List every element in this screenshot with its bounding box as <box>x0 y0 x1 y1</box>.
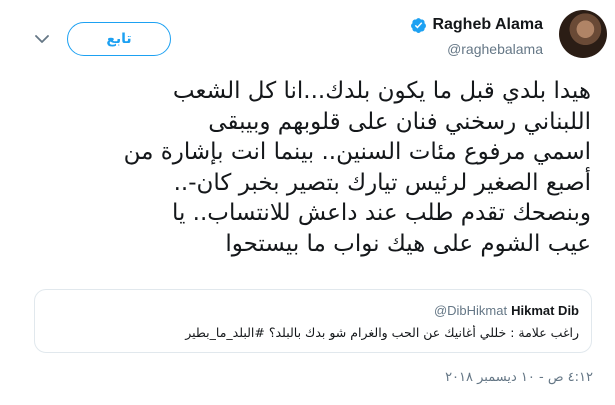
quoted-author-handle: @DibHikmat <box>433 303 508 318</box>
chevron-down-icon[interactable] <box>33 30 51 48</box>
quoted-tweet-text: راغب علامة : خللي أغانيك عن الحب والغرام… <box>185 325 579 340</box>
quoted-author: Hikmat Dib @DibHikmat <box>434 303 579 318</box>
verified-badge-icon <box>410 17 427 34</box>
tweet-text: هيدا بلدي قبل ما يكون بلدك...انا كل الشع… <box>123 78 591 257</box>
display-name[interactable]: Ragheb Alama <box>432 16 543 34</box>
author-handle[interactable]: @raghebalama <box>447 41 543 57</box>
quoted-tweet[interactable]: Hikmat Dib @DibHikmat راغب علامة : خللي … <box>34 289 592 353</box>
author-name-line[interactable]: Ragheb Alama <box>410 16 543 34</box>
tweet-timestamp[interactable]: ٤:١٢ ص - ١٠ ديسمبر ٢٠١٨ <box>445 370 593 385</box>
follow-button[interactable]: تابع <box>67 22 171 56</box>
tweet-header: Ragheb Alama @raghebalama <box>215 0 615 70</box>
tweet-card: تابع Ragheb Alama @raghebalama هيدا بلدي… <box>0 0 615 405</box>
quoted-author-name: Hikmat Dib <box>511 303 579 318</box>
follow-button-label: تابع <box>106 31 132 47</box>
avatar[interactable] <box>559 10 607 58</box>
